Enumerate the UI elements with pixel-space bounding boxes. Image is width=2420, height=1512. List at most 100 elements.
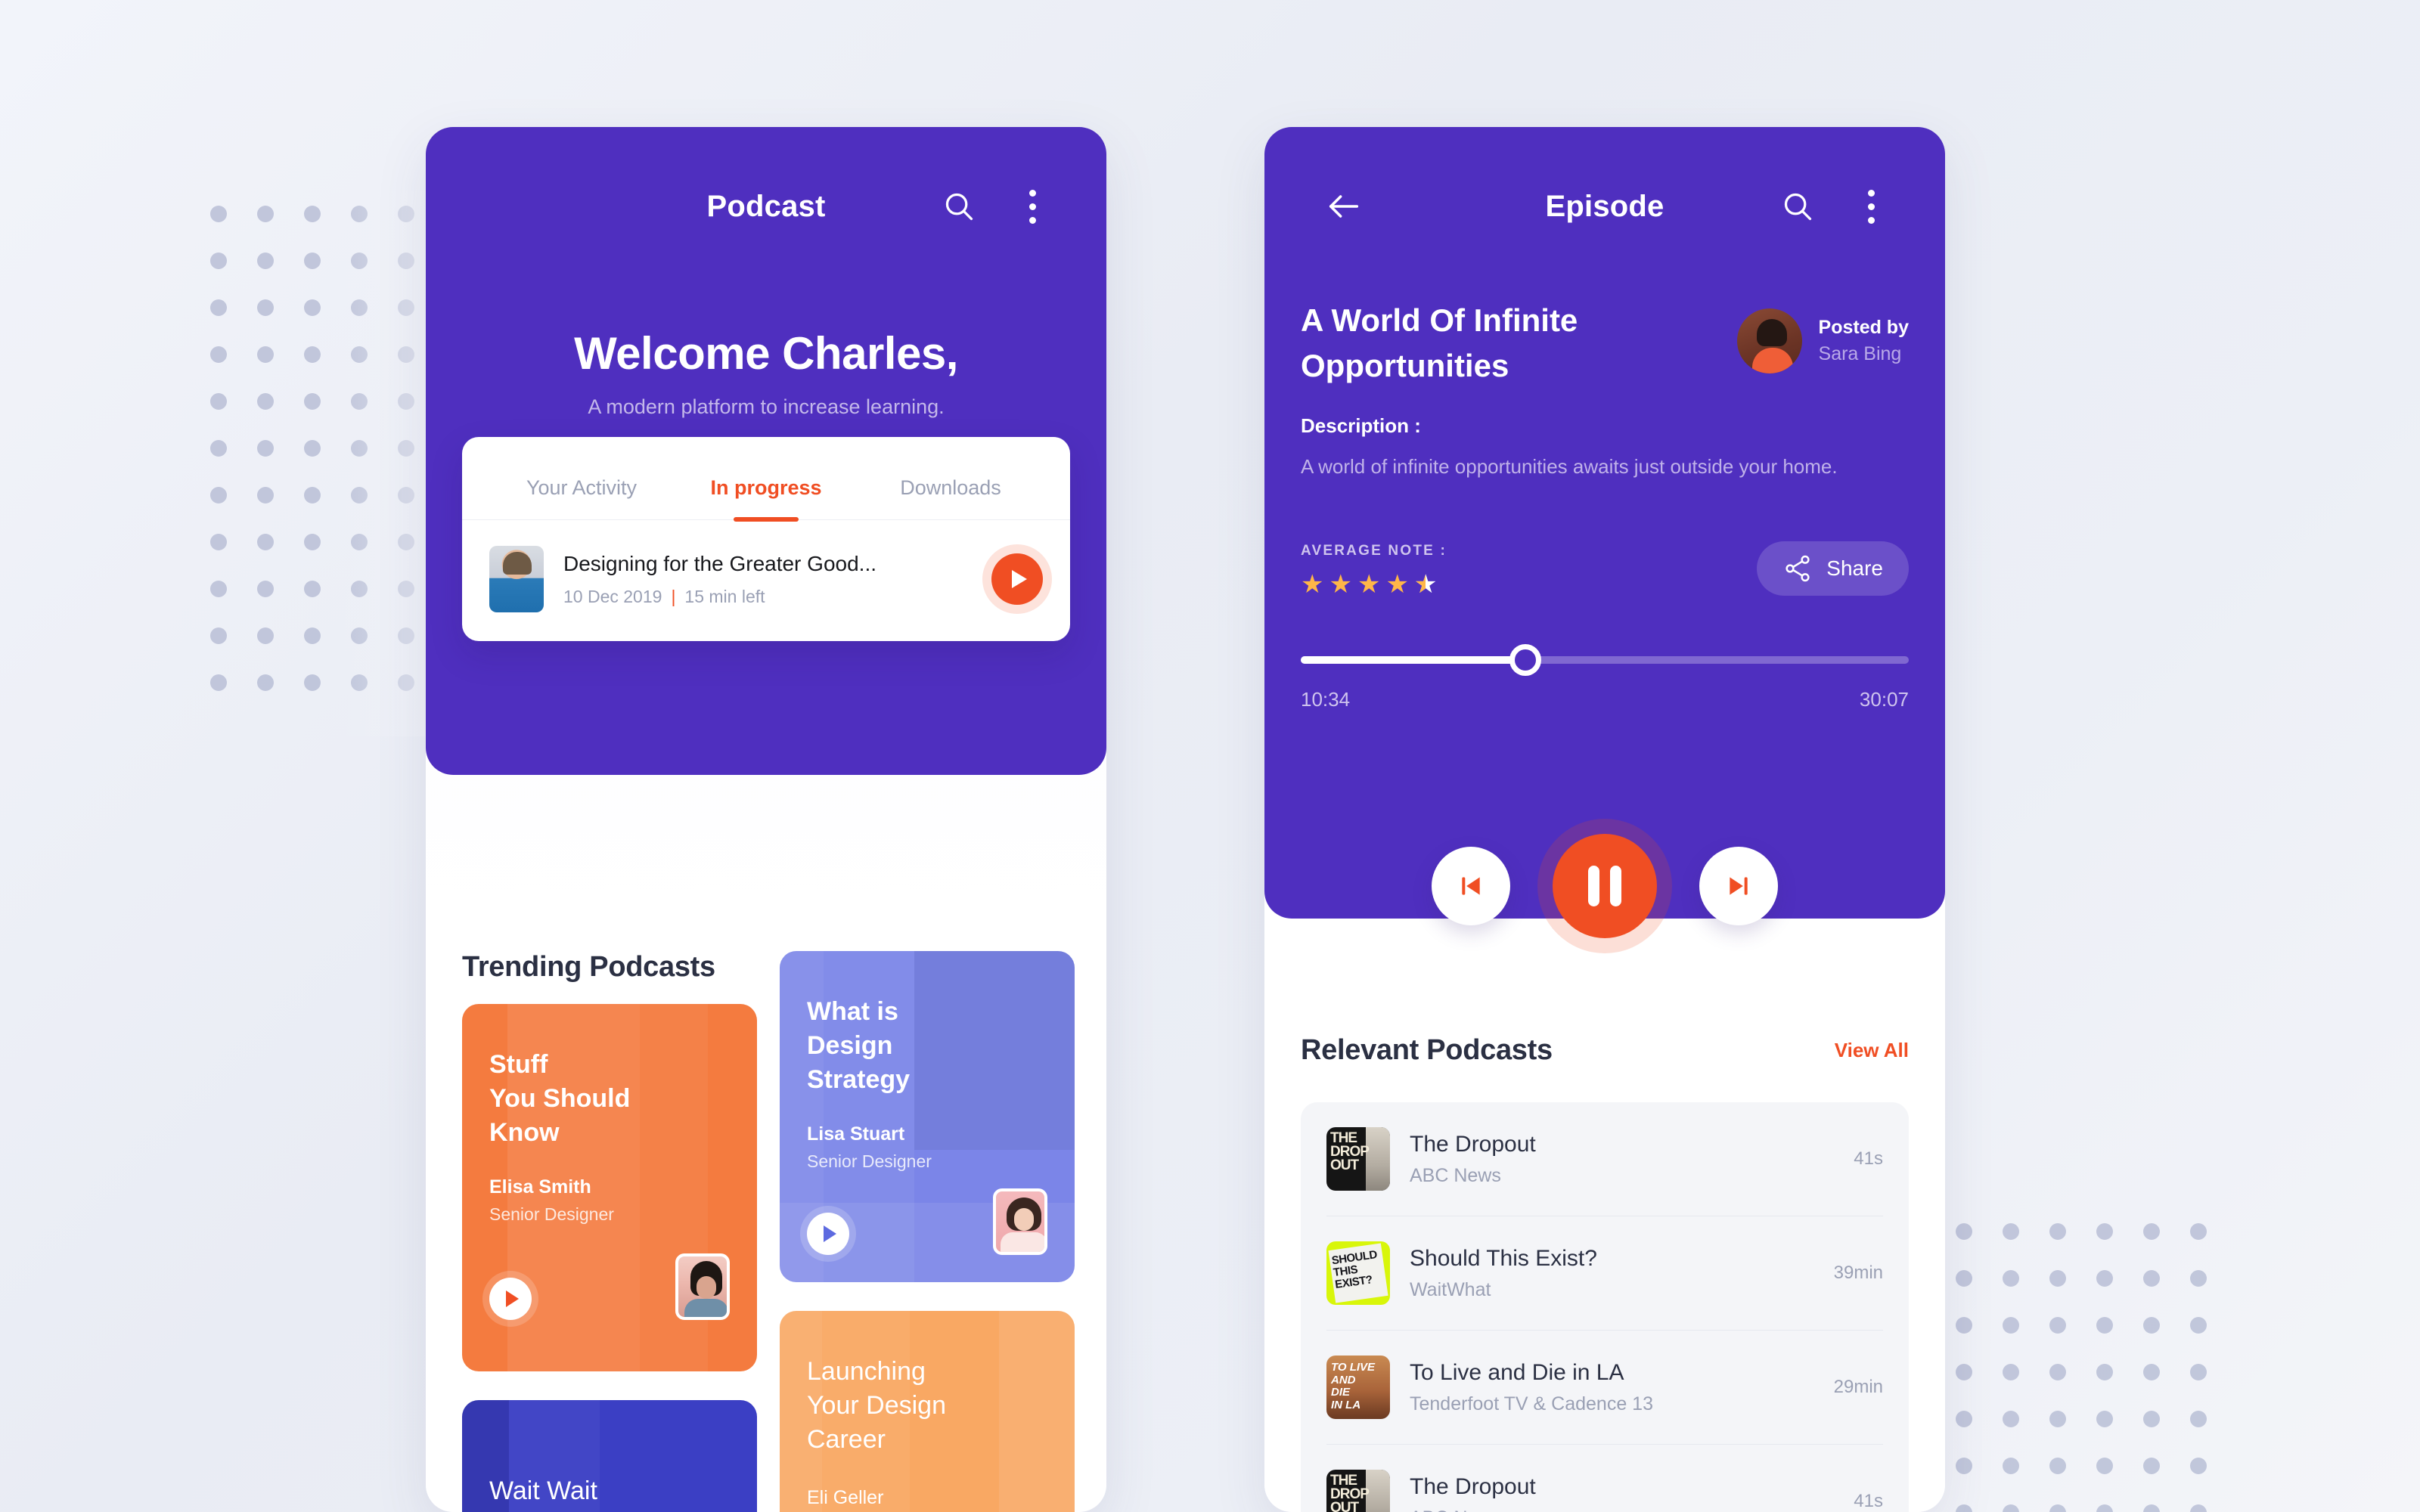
decorative-dot: [210, 299, 227, 316]
decorative-dot: [304, 674, 321, 691]
decorative-dot: [2190, 1317, 2207, 1334]
decorative-dot: [2096, 1364, 2113, 1380]
skip-previous-icon[interactable]: [1432, 847, 1510, 925]
section-title: Trending Podcasts: [462, 951, 715, 983]
seek-handle[interactable]: [1509, 644, 1542, 676]
phone-screen-episode: Episode A World Of Infinite Opportunitie…: [1264, 127, 1945, 1512]
more-vertical-icon[interactable]: [1856, 184, 1886, 229]
app-mockup-canvas: Podcast Welcome Charles, A modern platfo…: [0, 0, 2420, 1512]
decorative-dot: [2190, 1270, 2207, 1287]
decorative-dot: [2049, 1270, 2066, 1287]
player-controls: [1264, 834, 1945, 938]
relevant-podcasts-list: THE DROP OUT The Dropout ABC News 41s SHOU…: [1301, 1102, 1909, 1512]
decorative-dot: [2049, 1411, 2066, 1427]
decorative-dot: [351, 487, 368, 503]
pause-bar-right: [1610, 866, 1621, 906]
decorative-dot: [398, 627, 414, 644]
decorative-dot: [257, 487, 274, 503]
list-item[interactable]: SHOULD THIS EXIST? Should This Exist? Wait…: [1326, 1216, 1883, 1330]
search-icon[interactable]: [936, 184, 982, 229]
decorative-dot: [2003, 1411, 2019, 1427]
decorative-dot: [351, 440, 368, 457]
card-title: Wait Wait Don't Tell Me: [489, 1476, 597, 1512]
decorative-dot: [2096, 1270, 2113, 1287]
list-item-text: The Dropout ABC News: [1410, 1474, 1834, 1512]
seek-bar[interactable]: [1301, 644, 1909, 676]
activity-tabs: Your Activity In progress Downloads: [462, 437, 1070, 520]
podcast-name: The Dropout: [1410, 1131, 1536, 1157]
podcast-name: Should This Exist?: [1410, 1245, 1597, 1271]
decorative-dot: [210, 393, 227, 410]
share-button[interactable]: Share: [1757, 541, 1909, 596]
star-half-icon: ★★: [1413, 570, 1438, 599]
seek-fill: [1301, 656, 1526, 664]
decorative-dot: [2143, 1317, 2160, 1334]
posted-by-block: Posted by Sara Bing: [1736, 308, 1909, 373]
section-title: Relevant Podcasts: [1301, 1034, 1553, 1066]
episode-meta: Designing for the Greater Good... 10 Dec…: [563, 552, 972, 607]
star-icon: ★: [1357, 570, 1381, 599]
decorative-dot: [210, 581, 227, 597]
tab-your-activity[interactable]: Your Activity: [489, 476, 674, 519]
episode-date: 10 Dec 2019: [563, 586, 662, 606]
decorative-dot: [351, 627, 368, 644]
more-vertical-icon[interactable]: [1017, 184, 1047, 229]
welcome-heading: Welcome Charles,: [574, 328, 958, 379]
decorative-dot: [257, 393, 274, 410]
in-progress-item[interactable]: Designing for the Greater Good... 10 Dec…: [462, 520, 1070, 641]
podcast-artwork: THE DROP OUT: [1326, 1127, 1390, 1191]
podcast-duration: 39min: [1833, 1263, 1883, 1283]
rating-stars[interactable]: ★ ★ ★ ★ ★★: [1301, 572, 1437, 597]
podcast-artwork: TO LIVE AND DIE IN LA: [1326, 1356, 1390, 1419]
decorative-dot: [351, 393, 368, 410]
list-item[interactable]: TO LIVE AND DIE IN LA To Live and Die in L…: [1326, 1330, 1883, 1444]
episode-top-bar: Episode: [1264, 172, 1945, 240]
decorative-dot: [304, 440, 321, 457]
decorative-dot: [351, 346, 368, 363]
decorative-dot: [257, 440, 274, 457]
podcast-card-launching-your-design-career[interactable]: Launching Your Design Career Eli Geller: [780, 1310, 1075, 1512]
pause-icon[interactable]: [1553, 834, 1657, 938]
decorative-dot: [304, 581, 321, 597]
list-item[interactable]: THEDROPOUT The Dropout ABC News 41s: [1326, 1102, 1883, 1216]
decorative-dot: [2096, 1223, 2113, 1240]
star-icon: ★: [1385, 570, 1409, 599]
search-icon[interactable]: [1775, 184, 1820, 229]
podcast-card-wait-wait-dont-tell-me[interactable]: Wait Wait Don't Tell Me: [462, 1400, 757, 1512]
decorative-dot: [257, 299, 274, 316]
view-all-link-relevant[interactable]: View All: [1835, 1039, 1909, 1062]
podcast-card-stuff-you-should-know[interactable]: Stuff You Should Know Elisa Smith Senior…: [462, 1004, 757, 1371]
decorative-dot: [210, 440, 227, 457]
decorative-dot: [398, 393, 414, 410]
relevant-section-header: Relevant Podcasts View All: [1301, 1034, 1909, 1067]
decorative-dot: [398, 206, 414, 222]
episode-remaining: 15 min left: [684, 586, 765, 606]
play-icon[interactable]: [807, 1212, 849, 1255]
play-icon[interactable]: [991, 553, 1043, 605]
tab-in-progress[interactable]: In progress: [674, 476, 858, 519]
podcast-duration: 29min: [1833, 1377, 1883, 1397]
trending-column-left: Stuff You Should Know Elisa Smith Senior…: [462, 1004, 757, 1512]
podcast-publisher: ABC News: [1410, 1507, 1834, 1512]
decorative-dot: [398, 440, 414, 457]
podcast-name: The Dropout: [1410, 1473, 1536, 1499]
podcast-name: To Live and Die in LA: [1410, 1359, 1624, 1385]
posted-by-text: Posted by Sara Bing: [1819, 317, 1909, 365]
list-item-text: Should This Exist? WaitWhat: [1410, 1246, 1814, 1301]
decorative-dot: [2143, 1364, 2160, 1380]
decorative-dot: [1956, 1411, 1972, 1427]
decorative-dot: [2049, 1504, 2066, 1512]
play-icon[interactable]: [489, 1277, 532, 1320]
podcast-card-what-is-design-strategy[interactable]: What is Design Strategy Lisa Stuart Seni…: [780, 951, 1075, 1282]
skip-next-icon[interactable]: [1699, 847, 1778, 925]
meta-separator: |: [671, 586, 676, 606]
avatar: [675, 1253, 730, 1320]
card-author: Eli Geller: [807, 1487, 884, 1509]
list-item[interactable]: THEDROPOUT The Dropout ABC News 41s: [1326, 1444, 1883, 1512]
decorative-dot: [257, 346, 274, 363]
tab-downloads[interactable]: Downloads: [858, 476, 1043, 519]
time-row: 10:34 30:07: [1301, 688, 1909, 711]
decorative-dot: [2003, 1270, 2019, 1287]
decorative-dot: [351, 674, 368, 691]
decorative-dot: [1956, 1317, 1972, 1334]
